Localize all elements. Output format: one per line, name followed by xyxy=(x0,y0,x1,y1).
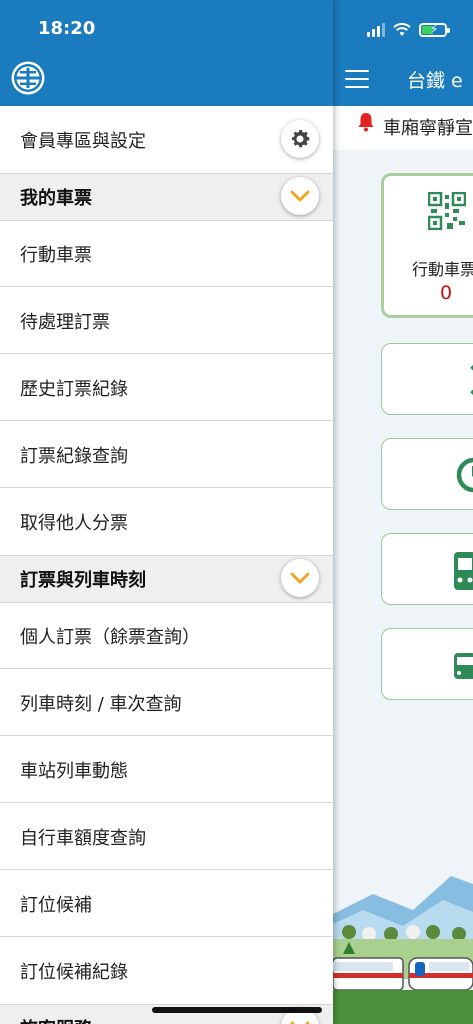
notice-text: 車廂寧靜宣 xyxy=(383,118,473,139)
menu-item-label: 訂位候補 xyxy=(20,894,92,916)
menu-item-label: 個人訂票（餘票查詢） xyxy=(20,626,200,648)
timetable-card[interactable] xyxy=(381,438,473,510)
chevron-down-icon xyxy=(290,572,310,584)
navigation-drawer: 18:20 會員專區與設定 我的車票 行動車票 待處理訂票 歷史訂票紀錄 訂票紀… xyxy=(0,0,333,1024)
cellular-signal-icon xyxy=(367,23,385,37)
chevron-down-icon xyxy=(290,190,310,202)
section-booking-timetable[interactable]: 訂票與列車時刻 xyxy=(0,555,333,603)
wifi-icon xyxy=(393,23,411,36)
menu-item-label: 行動車票 xyxy=(20,244,92,266)
menu-item-label: 自行車額度查詢 xyxy=(20,827,146,849)
menu-item-label: 訂票紀錄查詢 xyxy=(20,445,128,467)
section-my-tickets[interactable]: 我的車票 xyxy=(0,173,333,221)
app-header: ⚡ 台鐵 e xyxy=(333,0,473,106)
app-title: 台鐵 e xyxy=(407,70,463,92)
mobile-ticket-count: 0 xyxy=(440,282,453,304)
drawer-header: 18:20 xyxy=(0,0,333,106)
battery-charging-icon: ⚡ xyxy=(419,22,450,37)
menu-item-booking-lookup[interactable]: 訂票紀錄查詢 xyxy=(0,422,333,488)
main-app-screen: ⚡ 台鐵 e 車廂寧靜宣 行動車票 0 xyxy=(333,0,473,1024)
train-status-card[interactable] xyxy=(381,533,473,605)
menu-item-shared-tickets[interactable]: 取得他人分票 xyxy=(0,489,333,555)
menu-item-label: 訂位候補紀錄 xyxy=(20,962,128,983)
gear-icon xyxy=(292,130,310,148)
menu-item-booking-history[interactable]: 歷史訂票紀錄 xyxy=(0,355,333,421)
menu-item-waitlist-records[interactable]: 訂位候補紀錄 xyxy=(0,938,333,1004)
menu-icon[interactable] xyxy=(345,70,369,88)
bike-quota-card[interactable] xyxy=(381,628,473,700)
taiwan-railway-logo-icon xyxy=(11,61,45,95)
settings-button[interactable] xyxy=(281,120,319,158)
menu-item-bike-quota[interactable]: 自行車額度查詢 xyxy=(0,804,333,870)
menu-item-label: 列車時刻 / 車次查詢 xyxy=(20,693,182,715)
mobile-ticket-card-label: 行動車票 xyxy=(412,260,473,279)
menu-item-station-train-status[interactable]: 車站列車動態 xyxy=(0,737,333,803)
collapse-button[interactable] xyxy=(281,559,319,597)
section-title: 訂票與列車時刻 xyxy=(20,570,146,591)
member-settings-item[interactable]: 會員專區與設定 xyxy=(0,106,333,173)
train-front-icon xyxy=(454,552,473,590)
menu-item-waitlist[interactable]: 訂位候補 xyxy=(0,871,333,937)
menu-item-personal-booking[interactable]: 個人訂票（餘票查詢） xyxy=(0,603,333,669)
section-title: 我的車票 xyxy=(20,188,92,209)
bell-icon xyxy=(358,113,374,132)
train-side-icon xyxy=(454,653,473,679)
train-scenery-illustration xyxy=(333,854,473,1024)
menu-item-pending-bookings[interactable]: 待處理訂票 xyxy=(0,288,333,354)
status-icons: ⚡ xyxy=(367,20,450,40)
qr-code-icon xyxy=(428,192,466,230)
menu-item-mobile-ticket[interactable]: 行動車票 xyxy=(0,221,333,287)
menu-item-label: 車站列車動態 xyxy=(20,760,128,782)
collapse-button[interactable] xyxy=(281,177,319,215)
home-indicator[interactable] xyxy=(152,1007,322,1013)
ticket-booking-card[interactable] xyxy=(381,343,473,415)
menu-item-label: 歷史訂票紀錄 xyxy=(20,378,128,400)
menu-item-timetable-search[interactable]: 列車時刻 / 車次查詢 xyxy=(0,670,333,736)
section-title: 旅客服務 xyxy=(20,1015,92,1024)
ticket-icon xyxy=(470,365,473,395)
status-time: 18:20 xyxy=(38,18,96,39)
member-settings-label: 會員專區與設定 xyxy=(20,130,146,152)
mobile-ticket-card[interactable]: 行動車票 0 xyxy=(381,173,473,318)
menu-item-label: 取得他人分票 xyxy=(20,513,128,534)
menu-item-label: 待處理訂票 xyxy=(20,311,110,333)
clock-icon xyxy=(456,457,473,493)
